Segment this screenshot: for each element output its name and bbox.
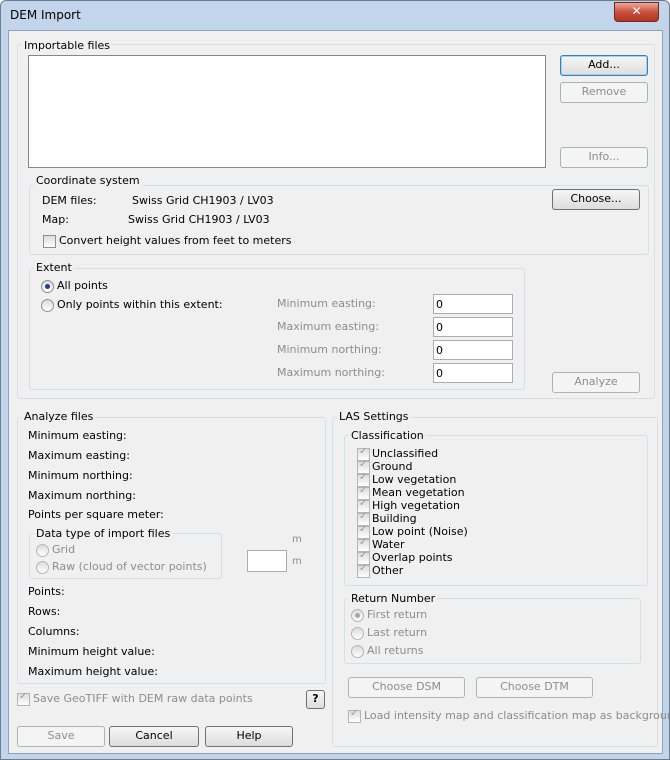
classification-item-label: Water: [372, 538, 405, 551]
map-label: Map:: [42, 213, 69, 226]
grid-radio[interactable]: [36, 544, 49, 557]
extent-min-easting-input[interactable]: 0: [433, 294, 513, 314]
grid-label: Grid: [52, 543, 76, 556]
return-radio[interactable]: [351, 645, 364, 658]
title-bar: DEM Import ✕: [1, 1, 669, 31]
choose-dsm-button[interactable]: Choose DSM: [348, 677, 465, 698]
dem-import-window: DEM Import ✕ Importable files Add... Rem…: [0, 0, 670, 760]
all-points-radio[interactable]: [41, 280, 54, 293]
close-button[interactable]: ✕: [614, 2, 659, 22]
load-intensity-checkbox[interactable]: [348, 708, 361, 723]
af-rows: Rows:: [28, 605, 61, 618]
convert-feet-label: Convert height values from feet to meter…: [59, 234, 292, 247]
extent-label: Extent: [34, 261, 74, 274]
map-value: Swiss Grid CH1903 / LV03: [128, 213, 270, 226]
af-min-easting: Minimum easting:: [28, 429, 127, 442]
within-extent-label: Only points within this extent:: [57, 298, 223, 311]
classification-item-label: Unclassified: [372, 447, 439, 460]
add-button[interactable]: Add...: [560, 55, 648, 76]
all-points-label: All points: [57, 279, 108, 292]
extent-min-northing-input[interactable]: 0: [433, 340, 513, 360]
importable-files-label: Importable files: [22, 39, 113, 52]
extent-min-easting-label: Minimum easting:: [277, 297, 376, 310]
af-max-easting: Maximum easting:: [28, 449, 130, 462]
within-extent-radio[interactable]: [41, 299, 54, 312]
classification-checkbox[interactable]: [357, 563, 370, 578]
dialog-body: Importable files Add... Remove Info... C…: [8, 30, 670, 754]
return-item-label: All returns: [367, 644, 424, 657]
af-points-per-sqm: Points per square meter:: [28, 508, 164, 521]
help-icon[interactable]: ?: [306, 690, 325, 709]
af-min-northing: Minimum northing:: [28, 469, 133, 482]
classification-item-label: Ground: [372, 460, 413, 473]
classification-item-label: Other: [372, 564, 404, 577]
dem-files-value: Swiss Grid CH1903 / LV03: [132, 194, 274, 207]
return-radio[interactable]: [351, 627, 364, 640]
af-points: Points:: [28, 585, 65, 598]
extent-min-northing-label: Minimum northing:: [277, 343, 382, 356]
classification-item-label: Low vegetation: [372, 473, 457, 486]
raw-label: Raw (cloud of vector points): [52, 560, 207, 573]
choose-coordinate-button[interactable]: Choose...: [552, 189, 640, 210]
remove-button[interactable]: Remove: [560, 82, 648, 103]
raw-radio[interactable]: [36, 561, 49, 574]
save-button[interactable]: Save: [17, 726, 105, 747]
return-radio[interactable]: [351, 609, 364, 622]
dem-files-label: DEM files:: [42, 194, 97, 207]
las-settings-label: LAS Settings: [337, 410, 411, 423]
return-item-label: First return: [367, 608, 428, 621]
save-geotiff-checkbox[interactable]: [17, 691, 30, 706]
datatype-label: Data type of import files: [34, 527, 173, 540]
analyze-files-label: Analyze files: [22, 410, 96, 423]
af-min-height: Minimum height value:: [28, 645, 155, 658]
resolution-input[interactable]: [247, 550, 287, 572]
classification-item-label: Building: [372, 512, 417, 525]
window-title: DEM Import: [10, 8, 81, 22]
analyze-button[interactable]: Analyze: [552, 372, 640, 393]
extent-max-northing-label: Maximum northing:: [277, 366, 385, 379]
close-icon: ✕: [631, 4, 642, 18]
extent-max-northing-input[interactable]: 0: [433, 363, 513, 383]
info-button[interactable]: Info...: [560, 147, 648, 168]
classification-item-label: High vegetation: [372, 499, 460, 512]
classification-item-label: Mean vegetation: [372, 486, 465, 499]
coordinate-system-label: Coordinate system: [34, 174, 142, 187]
classification-label: Classification: [349, 429, 426, 442]
classification-item-label: Low point (Noise): [372, 525, 468, 538]
af-max-northing: Maximum northing:: [28, 489, 136, 502]
help-button[interactable]: Help: [205, 726, 293, 747]
classification-item-label: Overlap points: [372, 551, 453, 564]
convert-feet-checkbox[interactable]: [43, 235, 56, 248]
save-geotiff-label: Save GeoTIFF with DEM raw data points: [33, 692, 253, 705]
af-columns: Columns:: [28, 625, 80, 638]
return-item-label: Last return: [367, 626, 428, 639]
return-number-label: Return Number: [349, 592, 438, 605]
unit-label-2: m: [292, 556, 302, 567]
cancel-button[interactable]: Cancel: [109, 726, 199, 747]
unit-label-1: m: [292, 534, 302, 545]
choose-dtm-button[interactable]: Choose DTM: [476, 677, 593, 698]
load-intensity-label: Load intensity map and classification ma…: [364, 709, 670, 722]
extent-max-easting-input[interactable]: 0: [433, 317, 513, 337]
importable-files-list[interactable]: [28, 55, 546, 168]
extent-max-easting-label: Maximum easting:: [277, 320, 379, 333]
af-max-height: Maximum height value:: [28, 665, 159, 678]
